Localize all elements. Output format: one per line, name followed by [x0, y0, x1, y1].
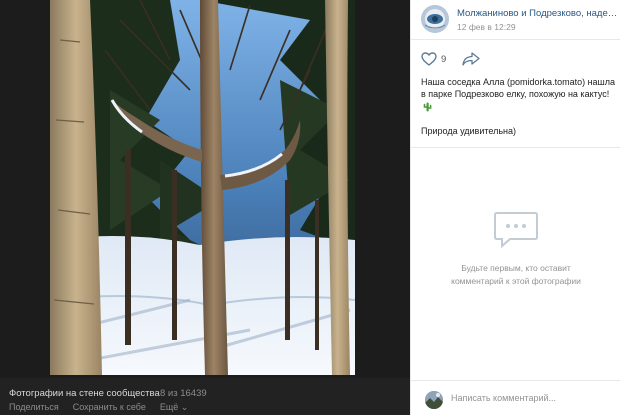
group-name-link[interactable]: Молжаниново и Подрезково, наде…	[457, 8, 619, 19]
share-button[interactable]	[462, 52, 480, 66]
photo-viewer: Фотографии на стене сообщества 8 из 1643…	[0, 0, 410, 415]
photo-area	[0, 0, 410, 378]
user-avatar	[425, 391, 443, 409]
forest-photo-image	[50, 0, 355, 375]
empty-comments: Будьте первым, кто оставит комментарий к…	[411, 210, 620, 287]
photo-actions: Поделиться Сохранить к себе Ещё ⌄	[9, 402, 188, 413]
reactions-bar: 9	[421, 52, 480, 66]
user-avatar-image	[425, 391, 443, 409]
cactus-emoji-icon	[423, 102, 432, 112]
comment-bar	[411, 380, 620, 415]
heart-icon	[421, 52, 437, 66]
post-text-paragraph: Наша соседка Алла (pomidorka.tomato) наш…	[421, 76, 617, 113]
save-photo-button[interactable]: Сохранить к себе	[73, 402, 146, 413]
share-arrow-icon	[462, 52, 480, 66]
like-count: 9	[441, 53, 447, 65]
empty-comments-line: Будьте первым, кто оставит	[461, 263, 571, 273]
photo[interactable]	[50, 0, 355, 375]
post-header: Молжаниново и Подрезково, наде… 12 фев в…	[411, 0, 620, 40]
share-photo-button[interactable]: Поделиться	[9, 402, 59, 413]
empty-comments-text: Будьте первым, кто оставит комментарий к…	[411, 262, 620, 287]
more-button[interactable]: Ещё ⌄	[160, 402, 188, 413]
divider	[411, 147, 620, 148]
post-text-line: Наша соседка Алла (pomidorka.tomato) наш…	[421, 77, 616, 100]
album-title-link[interactable]: Фотографии на стене сообщества	[9, 388, 160, 399]
empty-comments-line: комментарий к этой фотографии	[451, 275, 581, 286]
post-text: Наша соседка Алла (pomidorka.tomato) наш…	[421, 76, 617, 138]
post-date[interactable]: 12 фев в 12:29	[457, 22, 516, 32]
like-button[interactable]: 9	[421, 52, 446, 66]
group-avatar-image	[421, 5, 449, 33]
post-text-paragraph: Природа удивительна)	[421, 126, 517, 137]
speech-bubble-icon	[494, 212, 538, 249]
post-panel: Молжаниново и Подрезково, наде… 12 фев в…	[410, 0, 620, 415]
photo-counter: 8 из 16439	[160, 388, 207, 399]
viewer-footer: Фотографии на стене сообщества 8 из 1643…	[0, 378, 410, 415]
comment-input[interactable]	[451, 393, 615, 403]
group-avatar[interactable]	[421, 5, 449, 33]
